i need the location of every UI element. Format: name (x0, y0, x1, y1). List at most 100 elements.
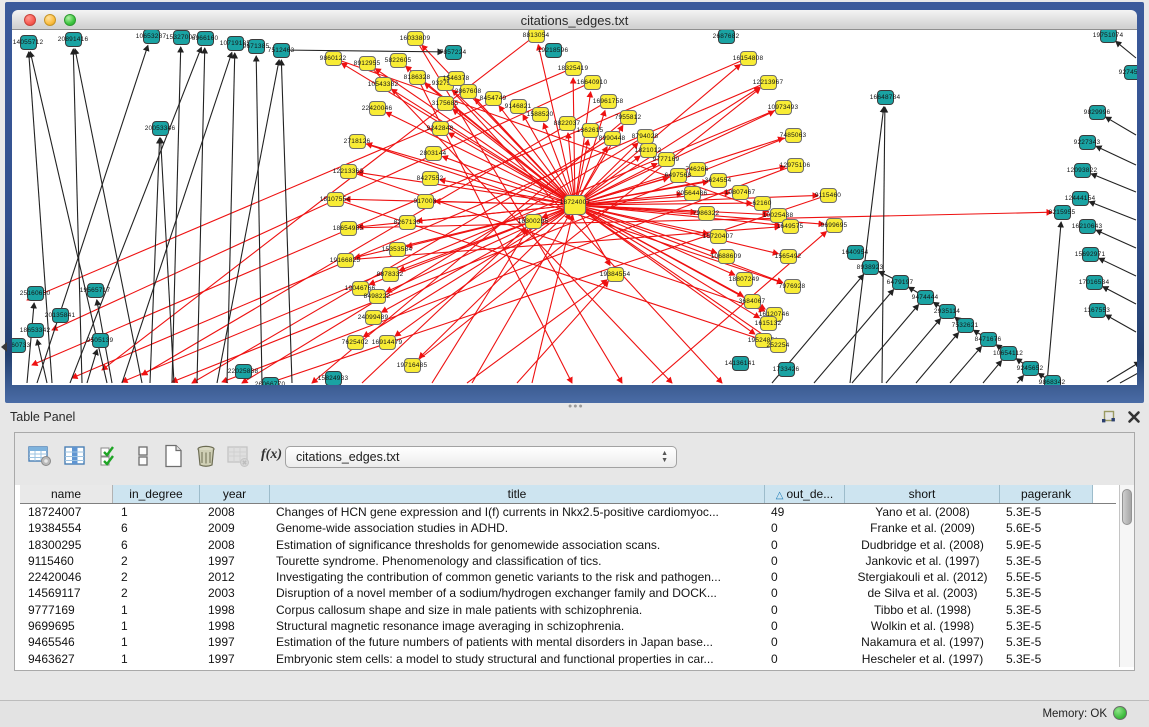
graph-node[interactable]: 6479197 (892, 275, 909, 290)
graph-node[interactable]: 17016534 (1086, 275, 1103, 290)
table-cell[interactable]: 5.3E-5 (1000, 651, 1093, 667)
graph-node[interactable]: 10654112 (1000, 346, 1017, 361)
graph-node[interactable]: 20053346 (152, 121, 169, 136)
graph-node[interactable]: 9860122 (325, 51, 342, 66)
graph-node[interactable]: 2718126 (349, 134, 366, 149)
collapse-arrow-icon[interactable] (1, 342, 7, 352)
table-cell[interactable]: 1 (113, 618, 200, 634)
network-table-selector[interactable]: citations_edges.txt ▲▼ (285, 446, 677, 468)
table-cell[interactable]: Tibbo et al. (1998) (845, 602, 1000, 618)
graph-node[interactable]: 8990448 (604, 131, 621, 146)
column-header-short[interactable]: short (845, 485, 1000, 503)
graph-node[interactable]: 8912955 (359, 56, 376, 71)
graph-node[interactable]: 22025838 (235, 364, 252, 379)
table-cell[interactable]: 9777169 (20, 602, 113, 618)
table-cell[interactable]: 1 (113, 634, 200, 650)
table-cell[interactable]: Estimation of the future numbers of pati… (270, 634, 765, 650)
graph-node[interactable]: 10688609 (718, 249, 735, 264)
graph-node[interactable]: 7955812 (620, 110, 637, 125)
table-cell[interactable]: 1 (113, 651, 200, 667)
table-cell[interactable]: Tourette syndrome. Phenomenology and cla… (270, 553, 765, 569)
table-cell[interactable]: 9463627 (20, 651, 113, 667)
graph-node[interactable]: 16210643 (1079, 219, 1096, 234)
table-cell[interactable]: Structural magnetic resonance image aver… (270, 618, 765, 634)
graph-node[interactable]: 10807467 (732, 185, 749, 200)
table-scrollbar[interactable] (1119, 485, 1134, 667)
graph-node[interactable]: 18654985 (340, 221, 357, 236)
graph-node[interactable]: 6966160 (197, 31, 214, 46)
table-cell[interactable]: 0 (765, 520, 845, 536)
table-cell[interactable]: Jankovic et al. (1997) (845, 553, 1000, 569)
graph-node[interactable]: 18107554 (327, 192, 344, 207)
graph-node[interactable]: 18300295 (525, 214, 542, 229)
graph-node[interactable]: 9868342 (1044, 375, 1061, 386)
table-cell[interactable]: 14569117 (20, 585, 113, 601)
graph-node[interactable]: 8878332 (382, 267, 399, 282)
graph-node[interactable]: 14136141 (732, 356, 749, 371)
graph-node[interactable]: 917003 (417, 194, 434, 209)
graph-node[interactable]: 1588520 (532, 107, 549, 122)
graph-node[interactable]: 19565717 (87, 283, 104, 298)
graph-node[interactable]: 8794028 (637, 129, 654, 144)
table-row[interactable]: 969969511998Structural magnetic resonanc… (20, 618, 1116, 634)
row-view-button[interactable] (130, 443, 156, 469)
graph-node[interactable]: 16914479 (379, 335, 396, 350)
column-header-name[interactable]: name (20, 485, 113, 503)
table-cell[interactable]: 18300295 (20, 537, 113, 553)
float-panel-button[interactable] (1100, 409, 1116, 425)
table-cell[interactable]: 0 (765, 634, 845, 650)
table-cell[interactable]: 18724007 (20, 504, 113, 520)
table-cell[interactable]: 1998 (200, 618, 270, 634)
table-cell[interactable]: 0 (765, 602, 845, 618)
graph-node[interactable]: 12093822 (1074, 163, 1091, 178)
graph-node[interactable]: 19384554 (607, 267, 624, 282)
graph-node[interactable]: 5822605 (390, 53, 407, 68)
table-cell[interactable]: 0 (765, 585, 845, 601)
delete-column-button[interactable] (193, 443, 219, 469)
graph-node[interactable]: 12213967 (760, 75, 777, 90)
table-cell[interactable]: Disruption of a novel member of a sodium… (270, 585, 765, 601)
table-cell[interactable]: 5.3E-5 (1000, 602, 1093, 618)
graph-node[interactable]: 26066770 (262, 377, 279, 386)
graph-node[interactable]: 12444154 (1072, 191, 1089, 206)
panel-resize-handle[interactable]: ●●● (568, 403, 584, 410)
graph-node[interactable]: 8498222 (369, 289, 386, 304)
table-cell[interactable]: 9115460 (20, 553, 113, 569)
table-cell[interactable]: 9699695 (20, 618, 113, 634)
graph-node[interactable]: 19751074 (1100, 30, 1117, 43)
graph-node[interactable]: 22420046 (369, 101, 386, 116)
graph-node[interactable]: 7986322 (698, 206, 715, 221)
delete-table-button[interactable] (225, 443, 251, 469)
graph-node[interactable]: 8215955 (1054, 205, 1071, 220)
table-cell[interactable]: 2 (113, 569, 200, 585)
graph-node[interactable]: 1362615 (582, 123, 599, 138)
table-row[interactable]: 977716911998Corpus callosum shape and si… (20, 602, 1116, 618)
table-cell[interactable]: 49 (765, 504, 845, 520)
graph-node[interactable]: 9115460 (820, 188, 837, 203)
graph-node[interactable]: 9699695 (826, 218, 843, 233)
close-panel-button[interactable] (1126, 409, 1142, 425)
show-columns-button[interactable] (62, 443, 88, 469)
table-row[interactable]: 1830029562008Estimation of significance … (20, 537, 1116, 553)
table-cell[interactable]: Yano et al. (2008) (845, 504, 1000, 520)
graph-node[interactable]: 20564486 (684, 186, 701, 201)
table-cell[interactable]: 5.3E-5 (1000, 553, 1093, 569)
graph-node[interactable]: 7625402 (347, 335, 364, 350)
table-row[interactable]: 2242004622012Investigating the contribut… (20, 569, 1116, 585)
graph-node[interactable]: 1860733 (12, 338, 26, 353)
graph-node[interactable]: 1167553 (1089, 303, 1106, 318)
table-cell[interactable]: Stergiakouli et al. (2012) (845, 569, 1000, 585)
graph-node[interactable]: 16961758 (600, 94, 617, 109)
graph-node[interactable]: 20891416 (65, 32, 82, 47)
table-cell[interactable]: 2008 (200, 504, 270, 520)
table-row[interactable]: 946554611997Estimation of the future num… (20, 634, 1116, 650)
graph-node[interactable]: 8813054 (528, 30, 545, 43)
window-titlebar[interactable]: citations_edges.txt (12, 10, 1137, 30)
graph-node[interactable]: 3624554 (710, 173, 727, 188)
table-cell[interactable]: 1 (113, 602, 200, 618)
table-cell[interactable]: 5.3E-5 (1000, 585, 1093, 601)
table-row[interactable]: 1872400712008Changes of HCN gene express… (20, 504, 1116, 520)
graph-node[interactable]: 1565492 (780, 249, 797, 264)
graph-node[interactable]: 9777169 (658, 152, 675, 167)
graph-node[interactable]: 8471676 (980, 332, 997, 347)
